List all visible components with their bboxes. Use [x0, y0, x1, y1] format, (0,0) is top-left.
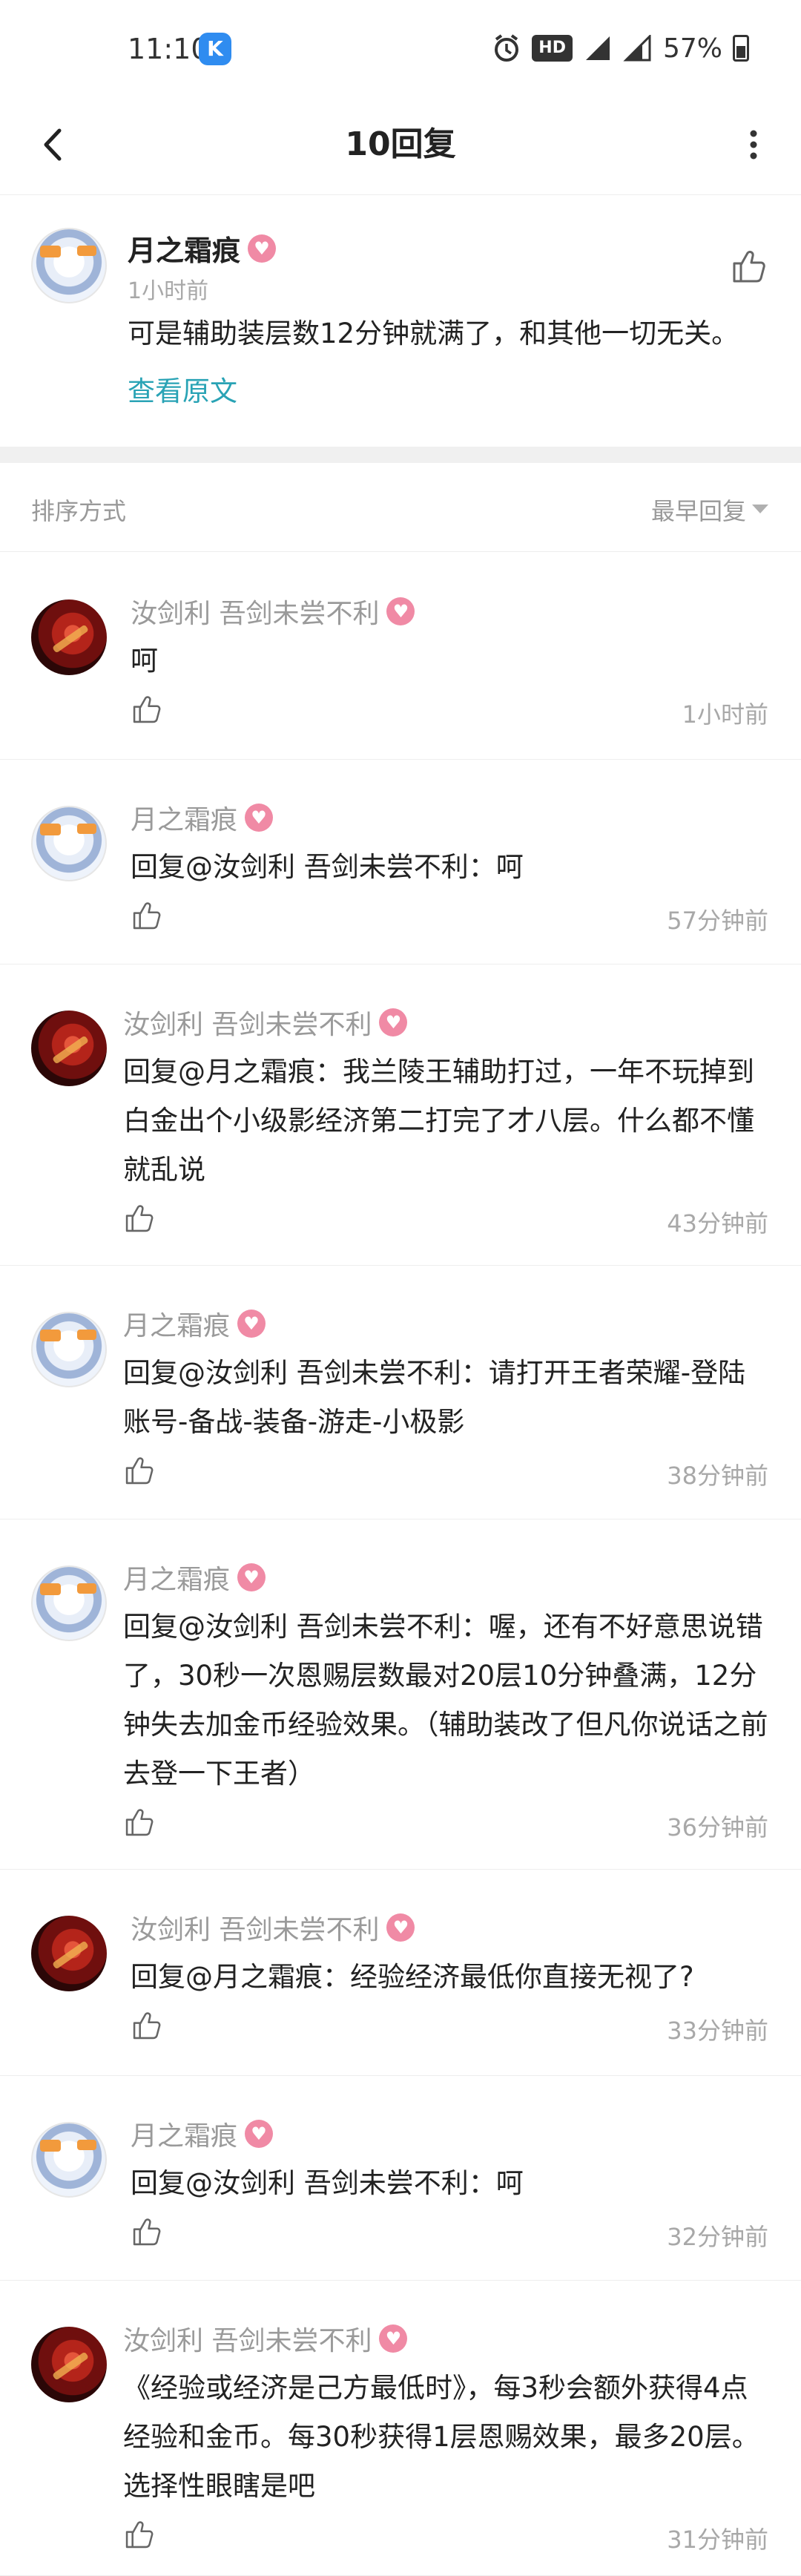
author-name[interactable]: 汝剑利 吾剑未尝不利	[131, 592, 379, 631]
page-title: 10回复	[345, 125, 456, 163]
thumbs-up-icon[interactable]	[123, 2518, 156, 2551]
level-badge-icon: ♥	[386, 1913, 415, 1942]
alarm-icon	[492, 33, 521, 63]
avatar[interactable]	[31, 1011, 107, 1086]
author-row: 月之霜痕 ♥	[131, 798, 274, 837]
level-badge-icon: ♥	[245, 2120, 274, 2148]
top-nav: 10回复	[0, 96, 801, 193]
reply-item: 汝剑利 吾剑未尝不利 ♥ 回复@月之霜痕：经验经济最低你直接无视了? 33分钟前	[0, 1870, 801, 2076]
author-name[interactable]: 汝剑利 吾剑未尝不利	[123, 1003, 372, 1042]
reply-text: 呵	[131, 645, 158, 677]
signal-icon	[583, 35, 613, 62]
level-badge-icon: ♥	[386, 597, 415, 625]
avatar[interactable]	[31, 806, 107, 881]
status-icons: HD 57%	[492, 30, 749, 67]
original-comment: 月之霜痕 ♥ 1小时前 可是辅助装层数12分钟就满了，和其他一切无关。 查看原文	[0, 194, 801, 447]
status-bar: 11:10 K HD 57%	[0, 0, 801, 96]
author-name[interactable]: 月之霜痕	[128, 228, 240, 269]
more-vertical-icon[interactable]	[739, 119, 768, 171]
author-row: 汝剑利 吾剑未尝不利 ♥	[131, 1908, 415, 1947]
reply-item: 月之霜痕 ♥ 回复@汝剑利 吾剑未尝不利：呵 57分钟前	[0, 760, 801, 965]
author-name[interactable]: 月之霜痕	[131, 2115, 237, 2153]
caret-down-icon[interactable]	[752, 505, 768, 513]
author-name[interactable]: 月之霜痕	[123, 1304, 230, 1343]
reply-text: 回复@汝剑利 吾剑未尝不利：呵	[131, 851, 524, 883]
section-divider	[0, 447, 801, 463]
level-badge-icon: ♥	[245, 804, 274, 832]
sort-dropdown[interactable]: 最早回复	[651, 493, 746, 527]
reply-text: 回复@汝剑利 吾剑未尝不利：请打开王者荣耀-登陆账号-备战-装备-游走-小极影	[123, 1357, 746, 1438]
avatar[interactable]	[31, 1916, 107, 1991]
reply-item: 汝剑利 吾剑未尝不利 ♥ 《经验或经济是己方最低时》，每3秒会额外获得4点经验和金币…	[0, 2281, 801, 2576]
reply-text: 回复@月之霜痕：我兰陵王辅助打过，一年不玩掉到白金出个小级影经济第二打完了才八层…	[123, 1056, 754, 1186]
avatar[interactable]	[31, 1565, 107, 1641]
reply-time: 36分钟前	[667, 1813, 768, 1841]
author-row: 汝剑利 吾剑未尝不利 ♥	[123, 2319, 408, 2358]
thumbs-up-icon[interactable]	[131, 2215, 163, 2248]
level-badge-icon: ♥	[248, 234, 277, 263]
author-name[interactable]: 汝剑利 吾剑未尝不利	[123, 2319, 372, 2358]
reply-item: 月之霜痕 ♥ 回复@汝剑利 吾剑未尝不利：请打开王者荣耀-登陆账号-备战-装备-游走…	[0, 1266, 801, 1519]
avatar[interactable]	[31, 1312, 107, 1387]
author-row: 月之霜痕 ♥	[123, 1558, 266, 1597]
reply-item: 月之霜痕 ♥ 回复@汝剑利 吾剑未尝不利：喔，还有不好意思说错了，30秒一次恩赐层数…	[0, 1519, 801, 1870]
author-row: 月之霜痕 ♥	[128, 228, 277, 269]
level-badge-icon: ♥	[379, 2324, 408, 2353]
thumbs-up-icon[interactable]	[123, 1806, 156, 1839]
level-badge-icon: ♥	[379, 1008, 408, 1036]
comment-text: 可是辅助装层数12分钟就满了，和其他一切无关。	[128, 318, 739, 349]
reply-time: 1小时前	[682, 700, 768, 729]
author-name[interactable]: 汝剑利 吾剑未尝不利	[131, 1908, 379, 1947]
avatar[interactable]	[31, 2327, 107, 2402]
comment-time: 1小时前	[128, 278, 209, 304]
thumbs-up-icon[interactable]	[131, 2009, 163, 2042]
reply-item: 汝剑利 吾剑未尝不利 ♥ 回复@月之霜痕：我兰陵王辅助打过，一年不玩掉到白金出个小级…	[0, 965, 801, 1266]
level-badge-icon: ♥	[237, 1310, 266, 1338]
author-row: 汝剑利 吾剑未尝不利 ♥	[131, 592, 415, 631]
thumbs-up-icon[interactable]	[131, 899, 163, 932]
reply-text: 回复@月之霜痕：经验经济最低你直接无视了?	[131, 1961, 694, 1993]
reply-time: 57分钟前	[667, 907, 768, 935]
author-row: 汝剑利 吾剑未尝不利 ♥	[123, 1003, 408, 1042]
thumbs-up-icon[interactable]	[123, 1454, 156, 1487]
avatar[interactable]	[31, 2122, 107, 2198]
author-row: 月之霜痕 ♥	[131, 2115, 274, 2153]
reply-text: 回复@汝剑利 吾剑未尝不利：喔，还有不好意思说错了，30秒一次恩赐层数最对20层…	[123, 1611, 768, 1790]
author-name[interactable]: 月之霜痕	[123, 1558, 230, 1597]
battery-percent: 57%	[662, 33, 722, 64]
view-original-link[interactable]: 查看原文	[128, 369, 237, 409]
hd-icon: HD	[532, 35, 573, 62]
avatar[interactable]	[31, 228, 107, 303]
sort-label: 排序方式	[31, 497, 127, 525]
reply-time: 38分钟前	[667, 1462, 768, 1490]
reply-time: 31分钟前	[667, 2526, 768, 2554]
status-time: 11:10	[128, 33, 209, 65]
reply-time: 43分钟前	[667, 1209, 768, 1238]
reply-text: 回复@汝剑利 吾剑未尝不利：呵	[131, 2167, 524, 2199]
level-badge-icon: ♥	[237, 1563, 266, 1591]
author-name[interactable]: 月之霜痕	[131, 798, 237, 837]
reply-text: 《经验或经济是己方最低时》，每3秒会额外获得4点经验和金币。每30秒获得1层恩赐…	[123, 2372, 759, 2502]
thumbs-up-icon[interactable]	[123, 1202, 156, 1235]
app-notification-icon: K	[199, 33, 231, 65]
avatar[interactable]	[31, 599, 107, 675]
reply-time: 33分钟前	[667, 2017, 768, 2045]
thumbs-up-icon[interactable]	[730, 247, 768, 286]
reply-item: 月之霜痕 ♥ 回复@汝剑利 吾剑未尝不利：呵 32分钟前	[0, 2076, 801, 2281]
sort-bar: 排序方式 最早回复	[0, 463, 801, 552]
reply-time: 32分钟前	[667, 2223, 768, 2251]
signal-icon-2	[623, 33, 653, 62]
author-row: 月之霜痕 ♥	[123, 1304, 266, 1343]
reply-item: 汝剑利 吾剑未尝不利 ♥ 呵 1小时前	[0, 553, 801, 760]
battery-icon	[733, 35, 749, 62]
thumbs-up-icon[interactable]	[131, 693, 163, 726]
